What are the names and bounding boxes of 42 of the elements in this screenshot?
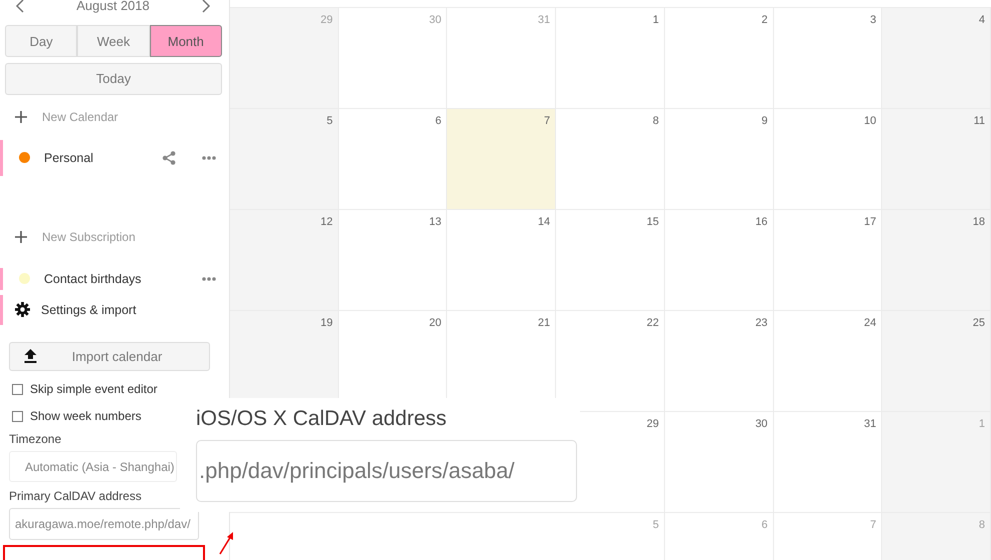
day-number: 14 (538, 216, 550, 228)
day-number: 25 (972, 317, 985, 329)
caldav-address-label: Primary CalDAV address (9, 489, 142, 504)
day-number: 31 (538, 14, 550, 26)
day-number: 23 (755, 317, 768, 329)
day-number: 1 (652, 14, 659, 26)
day-number: 16 (755, 216, 768, 228)
day-number: 1 (978, 418, 985, 430)
day-number: 10 (864, 115, 876, 127)
day-number: 17 (864, 216, 876, 228)
day-number: 29 (646, 418, 659, 430)
day-number: 6 (761, 519, 768, 531)
day-number: 31 (864, 418, 876, 430)
day-number: 4 (978, 14, 985, 26)
day-number: 13 (429, 216, 442, 228)
calendar-name: Contact birthdays (44, 272, 142, 286)
day-number: 12 (320, 216, 333, 228)
day-number: 5 (652, 519, 659, 531)
timezone-label: Timezone (9, 432, 62, 446)
day-number: 11 (974, 115, 985, 127)
day-number: 18 (972, 216, 985, 228)
day-number: 15 (646, 216, 659, 228)
day-number: 2 (761, 14, 768, 26)
month-title: August 2018 (76, 0, 150, 13)
day-number: 3 (870, 14, 876, 26)
day-number: 24 (864, 317, 876, 329)
day-number: 8 (978, 519, 985, 531)
day-number: 30 (429, 14, 442, 26)
day-number: 29 (320, 14, 333, 26)
day-number: 8 (652, 115, 659, 127)
day-number: 19 (320, 317, 333, 329)
callout-address-field: .php/dav/principals/users/asaba/ (196, 440, 577, 502)
day-number: 30 (755, 418, 768, 430)
day-number: 20 (429, 317, 442, 329)
day-number: 5 (326, 115, 333, 127)
day-number: 21 (538, 317, 550, 329)
day-number: 6 (435, 115, 442, 127)
day-number: 9 (761, 115, 768, 127)
day-number: 7 (870, 519, 876, 531)
day-number: 22 (646, 317, 659, 329)
day-number: 7 (544, 115, 550, 127)
calendar-name: Personal (44, 150, 94, 165)
